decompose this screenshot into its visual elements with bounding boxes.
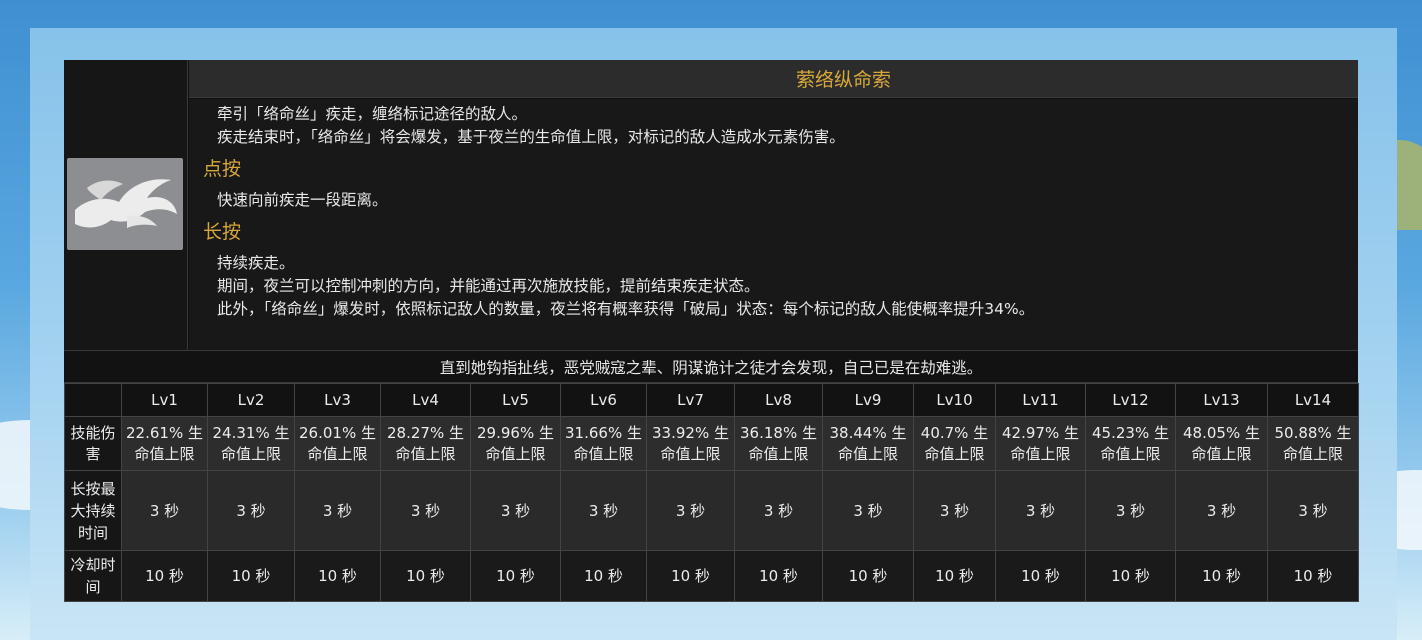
table-cell: 33.92% 生命值上限 [646, 416, 735, 471]
level-header: Lv2 [207, 383, 295, 417]
skill-title: 萦络纵命索 [795, 69, 891, 91]
table-cell: 10 秒 [380, 550, 471, 602]
row-label-hold-duration: 长按最大持续时间 [64, 470, 122, 551]
table-cell: 3 秒 [470, 470, 561, 551]
corner-cell [64, 383, 122, 417]
table-cell: 3 秒 [822, 470, 914, 551]
quote-text: 直到她钩指扯线，恶党贼寇之辈、阴谋诡计之徒才会发现，自己已是在劫难逃。 [439, 358, 983, 377]
level-header: Lv6 [560, 383, 647, 417]
table-cell: 29.96% 生命值上限 [470, 416, 561, 471]
hold-line: 此外，「络命丝」爆发时，依照标记敌人的数量，夜兰将有概率获得「破局」状态：每个标… [217, 300, 1035, 318]
skill-description: 牵引「络命丝」疾走，缠络标记途径的敌人。 疾走结束时，「络命丝」将会爆发，基于夜… [189, 99, 1358, 350]
table-cell: 38.44% 生命值上限 [822, 416, 914, 471]
level-table: Lv1 Lv2 Lv3 Lv4 Lv5 Lv6 Lv7 Lv8 Lv9 Lv10… [64, 383, 1359, 602]
skill-icon-column [64, 60, 188, 350]
level-header: Lv11 [995, 383, 1086, 417]
tap-heading: 点按 [203, 158, 242, 180]
table-cell: 3 秒 [646, 470, 735, 551]
table-cell: 50.88% 生命值上限 [1267, 416, 1359, 471]
level-header: Lv13 [1175, 383, 1268, 417]
table-cell: 3 秒 [913, 470, 996, 551]
table-row: 技能伤害 22.61% 生命值上限 24.31% 生命值上限 26.01% 生命… [64, 416, 1359, 471]
level-header: Lv9 [822, 383, 914, 417]
table-cell: 10 秒 [1085, 550, 1176, 602]
table-cell: 3 秒 [1085, 470, 1176, 551]
table-cell: 10 秒 [560, 550, 647, 602]
flavor-quote: 直到她钩指扯线，恶党贼寇之辈、阴谋诡计之徒才会发现，自己已是在劫难逃。 [64, 350, 1358, 383]
hold-heading: 长按 [203, 221, 242, 243]
table-cell: 10 秒 [207, 550, 295, 602]
description-line: 疾走结束时，「络命丝」将会爆发，基于夜兰的生命值上限，对标记的敌人造成水元素伤害… [217, 128, 845, 146]
table-cell: 10 秒 [822, 550, 914, 602]
table-cell: 10 秒 [1175, 550, 1268, 602]
table-cell: 10 秒 [470, 550, 561, 602]
hold-line: 期间，夜兰可以控制冲刺的方向，并能通过再次施放技能，提前结束疾走状态。 [217, 277, 760, 295]
table-cell: 31.66% 生命值上限 [560, 416, 647, 471]
table-cell: 40.7% 生命值上限 [913, 416, 996, 471]
description-line: 牵引「络命丝」疾走，缠络标记途径的敌人。 [217, 105, 528, 123]
table-cell: 28.27% 生命值上限 [380, 416, 471, 471]
table-cell: 3 秒 [380, 470, 471, 551]
table-cell: 48.05% 生命值上限 [1175, 416, 1268, 471]
table-cell: 26.01% 生命值上限 [294, 416, 381, 471]
table-cell: 3 秒 [995, 470, 1086, 551]
row-label-cooldown: 冷却时间 [64, 550, 122, 602]
table-cell: 3 秒 [121, 470, 208, 551]
row-label-damage: 技能伤害 [64, 416, 122, 471]
level-header: Lv7 [646, 383, 735, 417]
table-cell: 3 秒 [1175, 470, 1268, 551]
table-cell: 3 秒 [207, 470, 295, 551]
hold-line: 持续疾走。 [217, 254, 295, 272]
level-header: Lv10 [913, 383, 996, 417]
table-cell: 10 秒 [1267, 550, 1359, 602]
table-cell: 10 秒 [294, 550, 381, 602]
level-header: Lv12 [1085, 383, 1176, 417]
level-header-row: Lv1 Lv2 Lv3 Lv4 Lv5 Lv6 Lv7 Lv8 Lv9 Lv10… [64, 383, 1359, 417]
level-header: Lv3 [294, 383, 381, 417]
level-header: Lv5 [470, 383, 561, 417]
table-cell: 10 秒 [646, 550, 735, 602]
tap-line: 快速向前疾走一段距离。 [217, 191, 388, 209]
table-cell: 36.18% 生命值上限 [734, 416, 823, 471]
level-header: Lv8 [734, 383, 823, 417]
table-cell: 3 秒 [1267, 470, 1359, 551]
table-row: 长按最大持续时间 3 秒 3 秒 3 秒 3 秒 3 秒 3 秒 3 秒 3 秒… [64, 470, 1359, 551]
table-cell: 3 秒 [560, 470, 647, 551]
table-cell: 3 秒 [294, 470, 381, 551]
table-cell: 45.23% 生命值上限 [1085, 416, 1176, 471]
wind-dash-icon [67, 158, 183, 250]
table-cell: 22.61% 生命值上限 [121, 416, 208, 471]
skill-card: 萦络纵命索 牵引「络命丝」疾走，缠络标记途径的敌人。 疾走结束时，「络命丝」将会… [64, 60, 1359, 602]
level-header: Lv1 [121, 383, 208, 417]
level-header: Lv14 [1267, 383, 1359, 417]
table-cell: 10 秒 [121, 550, 208, 602]
table-cell: 42.97% 生命值上限 [995, 416, 1086, 471]
table-cell: 3 秒 [734, 470, 823, 551]
table-cell: 10 秒 [913, 550, 996, 602]
level-header: Lv4 [380, 383, 471, 417]
table-cell: 24.31% 生命值上限 [207, 416, 295, 471]
skill-title-bar: 萦络纵命索 [189, 60, 1358, 98]
table-row: 冷却时间 10 秒 10 秒 10 秒 10 秒 10 秒 10 秒 10 秒 … [64, 550, 1359, 602]
table-cell: 10 秒 [734, 550, 823, 602]
table-cell: 10 秒 [995, 550, 1086, 602]
